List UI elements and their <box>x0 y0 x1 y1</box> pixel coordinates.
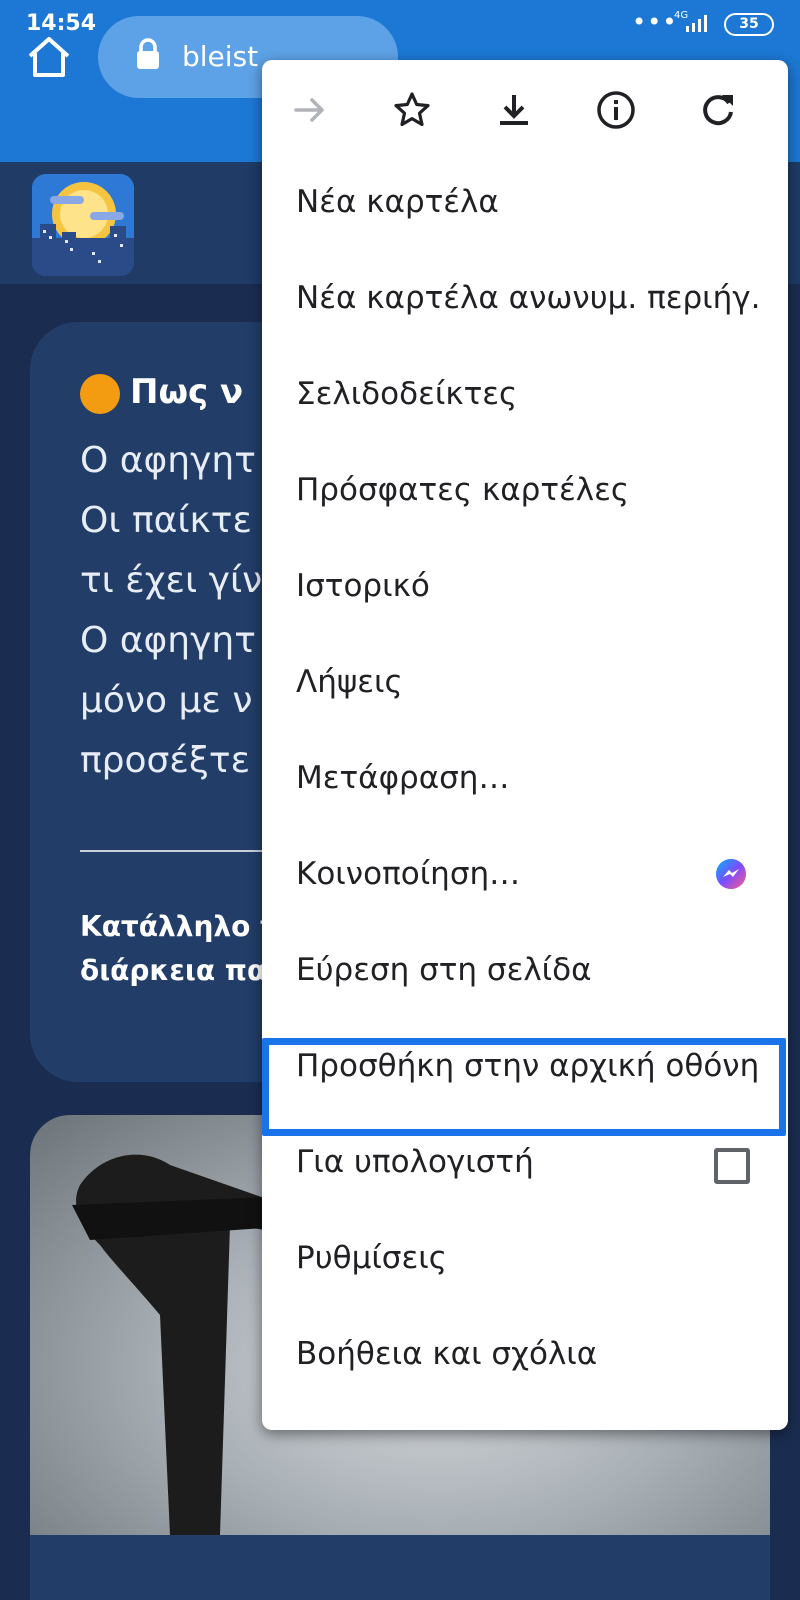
card-bold-line: διάρκεια πα <box>80 954 267 987</box>
status-time: 14:54 <box>26 11 97 36</box>
card-line: Οι παίκτε <box>80 500 252 541</box>
menu-item-incognito-tab[interactable]: Νέα καρτέλα ανωνυμ. περιήγ. <box>262 254 788 350</box>
forward-icon[interactable] <box>290 90 330 130</box>
menu-item-bookmarks[interactable]: Σελιδοδείκτες <box>262 350 788 446</box>
divider <box>80 850 280 852</box>
menu-item-new-tab[interactable]: Νέα καρτέλα <box>262 158 788 254</box>
card-line: Ο αφηγητ <box>80 620 256 661</box>
menu-item-settings[interactable]: Ρυθμίσεις <box>262 1214 788 1310</box>
download-icon[interactable] <box>494 90 534 130</box>
card-line: τι έχει γίν <box>80 560 263 601</box>
overflow-menu: Νέα καρτέλα Νέα καρτέλα ανωνυμ. περιήγ. … <box>262 60 788 1430</box>
battery-indicator: 35 <box>724 13 774 36</box>
signal-icon <box>686 15 707 32</box>
menu-item-share[interactable]: Κοινοποίηση… <box>262 830 788 926</box>
highlight-outline <box>262 1038 786 1136</box>
refresh-icon[interactable] <box>698 90 738 130</box>
menu-item-recent-tabs[interactable]: Πρόσφατες καρτέλες <box>262 446 788 542</box>
star-icon[interactable] <box>392 90 432 130</box>
moon-city-logo-icon <box>32 174 134 276</box>
photo-caption-area <box>30 1535 770 1600</box>
menu-item-downloads[interactable]: Λήψεις <box>262 638 788 734</box>
card-title: Πως ν <box>80 372 243 414</box>
home-icon[interactable] <box>26 34 72 80</box>
tiger-icon <box>80 373 120 414</box>
card-line: προσέξτε <box>80 740 251 781</box>
desktop-site-checkbox[interactable] <box>714 1148 750 1184</box>
card-bold-line: Κατάλληλο γ <box>80 910 280 943</box>
card-line: Ο αφηγητ <box>80 440 256 481</box>
info-icon[interactable] <box>596 90 636 130</box>
messenger-icon <box>716 859 746 889</box>
lock-icon <box>137 38 159 69</box>
menu-item-find-in-page[interactable]: Εύρεση στη σελίδα <box>262 926 788 1022</box>
menu-item-history[interactable]: Ιστορικό <box>262 542 788 638</box>
site-logo[interactable] <box>32 174 134 276</box>
notification-dots: ••• <box>632 8 678 36</box>
menu-item-help-feedback[interactable]: Βοήθεια και σχόλια <box>262 1310 788 1406</box>
menu-item-translate[interactable]: Μετάφραση… <box>262 734 788 830</box>
url-text[interactable]: bleist <box>182 40 258 73</box>
card-line: μόνο με ν <box>80 680 253 721</box>
